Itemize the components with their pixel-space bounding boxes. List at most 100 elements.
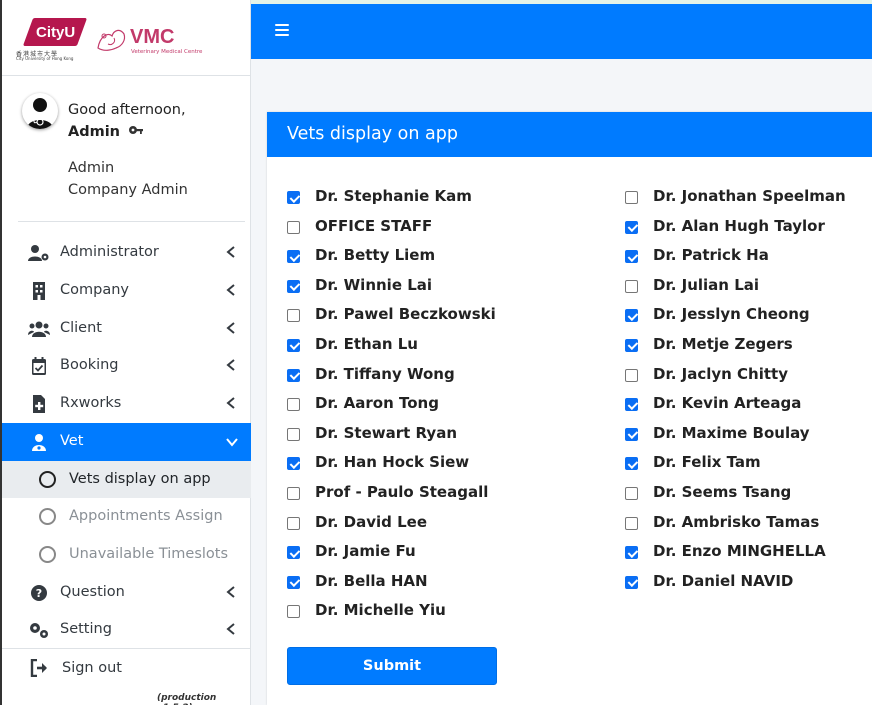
- vet-name-label[interactable]: Prof - Paulo Steagall: [315, 483, 488, 501]
- vet-checkbox[interactable]: [287, 191, 300, 204]
- card-title: Vets display on app: [287, 124, 458, 144]
- vet-name-label[interactable]: Dr. Metje Zegers: [653, 335, 793, 353]
- vet-checkbox[interactable]: [287, 457, 300, 471]
- chevron-left-icon: [226, 397, 235, 409]
- sidebar-item-label: Rxworks: [60, 395, 122, 412]
- sidebar-item-label: Question: [60, 583, 125, 600]
- sidebar-item-setting[interactable]: Setting: [2, 611, 251, 649]
- vet-checkbox[interactable]: [625, 279, 638, 293]
- greeting: Good afternoon, Admin: [68, 99, 186, 143]
- vet-name-label[interactable]: Dr. Winnie Lai: [315, 276, 432, 294]
- sidebar-subitem-unavailable-timeslots[interactable]: Unavailable Timeslots: [2, 536, 251, 574]
- vet-checkbox[interactable]: [287, 279, 300, 293]
- vet-name-label[interactable]: Dr. Michelle Yiu: [315, 601, 446, 619]
- vet-checkbox[interactable]: [625, 338, 638, 352]
- vet-name-label[interactable]: Dr. Patrick Ha: [653, 246, 769, 264]
- vet-checkbox[interactable]: [287, 516, 300, 530]
- sidebar-subitem-vets-display[interactable]: Vets display on app: [2, 460, 251, 499]
- sidebar-item-vet[interactable]: Vet: [2, 422, 251, 461]
- vet-checkbox[interactable]: [287, 546, 300, 560]
- sign-out-icon: [30, 659, 47, 677]
- vet-name-label[interactable]: Dr. Julian Lai: [653, 276, 759, 294]
- sidebar-item-company[interactable]: Company: [2, 272, 251, 310]
- user-roles: Admin Company Admin: [68, 157, 188, 201]
- vet-checkbox[interactable]: [625, 516, 638, 530]
- sidebar-item-booking[interactable]: Booking: [2, 347, 251, 385]
- sidebar-divider: [18, 221, 245, 222]
- vet-name-label[interactable]: Dr. Enzo MINGHELLA: [653, 542, 826, 560]
- user-role-secondary: Company Admin: [68, 182, 188, 198]
- vmc-logo: VMC Veterinary Medical Centre: [94, 22, 214, 58]
- vet-checkbox[interactable]: [287, 338, 300, 352]
- vet-checkbox[interactable]: [287, 309, 300, 323]
- users-icon: [28, 321, 50, 337]
- vet-checkbox[interactable]: [287, 605, 300, 619]
- greeting-text: Good afternoon,: [68, 102, 186, 118]
- vet-checkbox[interactable]: [625, 427, 638, 441]
- vet-name-label[interactable]: Dr. Ethan Lu: [315, 335, 418, 353]
- question-circle-icon: ?: [31, 584, 47, 601]
- chevron-left-icon: [226, 246, 235, 258]
- vet-checkbox[interactable]: [287, 486, 300, 500]
- vet-checkbox[interactable]: [625, 250, 638, 264]
- sign-out-button[interactable]: Sign out: [2, 648, 251, 688]
- vet-checkbox[interactable]: [625, 486, 638, 500]
- vet-checkbox[interactable]: [287, 575, 300, 589]
- vet-checkbox[interactable]: [625, 398, 638, 412]
- vet-checkbox[interactable]: [287, 250, 300, 264]
- avatar[interactable]: [22, 93, 58, 129]
- vet-name-label[interactable]: Dr. Tiffany Wong: [315, 365, 455, 383]
- vet-checkbox[interactable]: [625, 309, 638, 323]
- vet-name-label[interactable]: OFFICE STAFF: [315, 217, 432, 235]
- vet-name-label[interactable]: Dr. Alan Hugh Taylor: [653, 217, 825, 235]
- vet-name-label[interactable]: Dr. Felix Tam: [653, 453, 761, 471]
- circle-icon: [39, 545, 56, 563]
- vet-checkbox[interactable]: [287, 427, 300, 441]
- vet-name-label[interactable]: Dr. Jonathan Speelman: [653, 187, 846, 205]
- vet-name-label[interactable]: Dr. Seems Tsang: [653, 483, 791, 501]
- vet-name-label[interactable]: Dr. Maxime Boulay: [653, 424, 810, 442]
- sidebar-item-label: Setting: [60, 621, 112, 638]
- chevron-down-icon: [226, 438, 238, 447]
- sidebar-item-label: Administrator: [60, 244, 159, 260]
- vet-checkbox[interactable]: [287, 220, 300, 234]
- vet-name-label[interactable]: Dr. Jaclyn Chitty: [653, 365, 788, 383]
- sidebar-item-label: Booking: [60, 357, 119, 374]
- sign-out-label: Sign out: [62, 660, 122, 676]
- vet-name-label[interactable]: Dr. Han Hock Siew: [315, 453, 469, 471]
- hamburger-menu-icon[interactable]: [275, 24, 289, 36]
- file-medical-icon: [33, 395, 45, 414]
- circle-icon: [39, 470, 56, 488]
- sidebar-subitem-appointments-assign[interactable]: Appointments Assign: [2, 498, 251, 536]
- sidebar-item-administrator[interactable]: Administrator: [2, 234, 251, 272]
- vmc-logo-subtitle: Veterinary Medical Centre: [131, 49, 203, 55]
- vets-display-card: Vets display on app Dr. Stephanie Kam OFF…: [267, 112, 872, 705]
- chevron-left-icon: [226, 321, 235, 334]
- vet-name-label[interactable]: Dr. David Lee: [315, 513, 427, 531]
- sidebar-item-client[interactable]: Client: [2, 310, 251, 348]
- sidebar-item-question[interactable]: ? Question: [2, 574, 251, 612]
- vet-name-label[interactable]: Dr. Daniel NAVID: [653, 572, 793, 590]
- vet-name-label[interactable]: Dr. Stewart Ryan: [315, 424, 457, 442]
- vet-checkbox[interactable]: [625, 191, 638, 204]
- submit-button[interactable]: Submit: [287, 647, 497, 685]
- vet-checkbox[interactable]: [625, 457, 638, 471]
- vet-name-label[interactable]: Dr. Ambrisko Tamas: [653, 513, 819, 531]
- vet-name-label[interactable]: Dr. Stephanie Kam: [315, 187, 472, 205]
- vet-checkbox[interactable]: [287, 368, 300, 382]
- sidebar-item-rxworks[interactable]: Rxworks: [2, 385, 251, 423]
- sidebar-subitem-label: Vets display on app: [69, 470, 211, 487]
- vet-name-label[interactable]: Dr. Kevin Arteaga: [653, 394, 801, 412]
- vet-name-label[interactable]: Dr. Aaron Tong: [315, 394, 439, 412]
- vet-checkbox[interactable]: [625, 220, 638, 234]
- vet-name-label[interactable]: Dr. Jamie Fu: [315, 542, 416, 560]
- vet-name-label[interactable]: Dr. Jesslyn Cheong: [653, 305, 810, 323]
- vet-checkbox[interactable]: [625, 368, 638, 382]
- vet-name-label[interactable]: Dr. Pawel Beczkowski: [315, 305, 496, 323]
- brand-logos[interactable]: CityU 香港城市大學 City University of Hong Kon…: [2, 0, 250, 76]
- vet-name-label[interactable]: Dr. Bella HAN: [315, 572, 428, 590]
- vet-name-label[interactable]: Dr. Betty Liem: [315, 246, 435, 264]
- vet-checkbox[interactable]: [287, 398, 300, 412]
- vet-checkbox[interactable]: [625, 575, 638, 589]
- vet-checkbox[interactable]: [625, 546, 638, 560]
